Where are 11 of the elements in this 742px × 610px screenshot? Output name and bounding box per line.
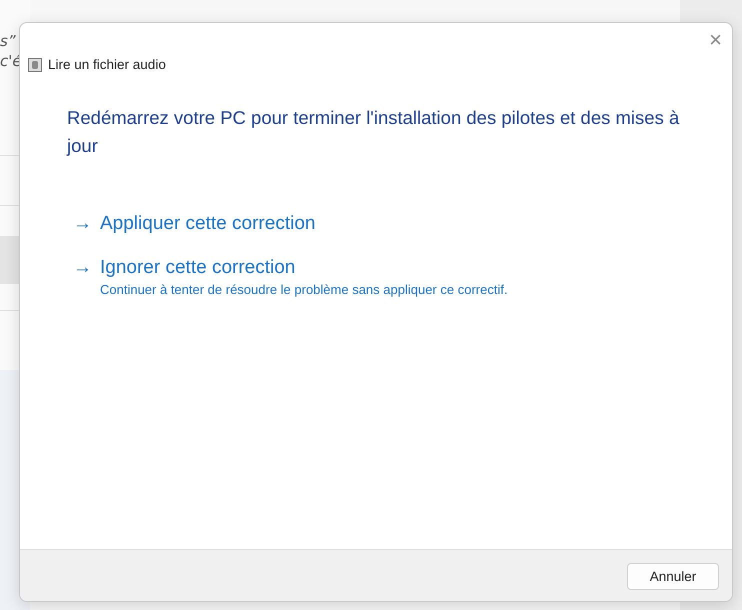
option-link[interactable]: Ignorer cette correction: [100, 256, 508, 280]
option-description: Continuer à tenter de résoudre le problème sans appliquer ce correctif.: [100, 282, 508, 297]
cancel-button[interactable]: Annuler: [627, 563, 719, 590]
dialog-title: Lire un fichier audio: [48, 57, 166, 72]
arrow-icon: →: [73, 212, 92, 236]
close-button[interactable]: ×: [699, 23, 732, 57]
background-text: s”: [0, 32, 16, 50]
heading: Redémarrez votre PC pour terminer l'installation des pilotes et des mises à jour: [67, 106, 680, 158]
arrow-icon: →: [73, 256, 92, 297]
document-icon: [28, 58, 42, 72]
option-link[interactable]: Appliquer cette correction: [100, 212, 316, 236]
